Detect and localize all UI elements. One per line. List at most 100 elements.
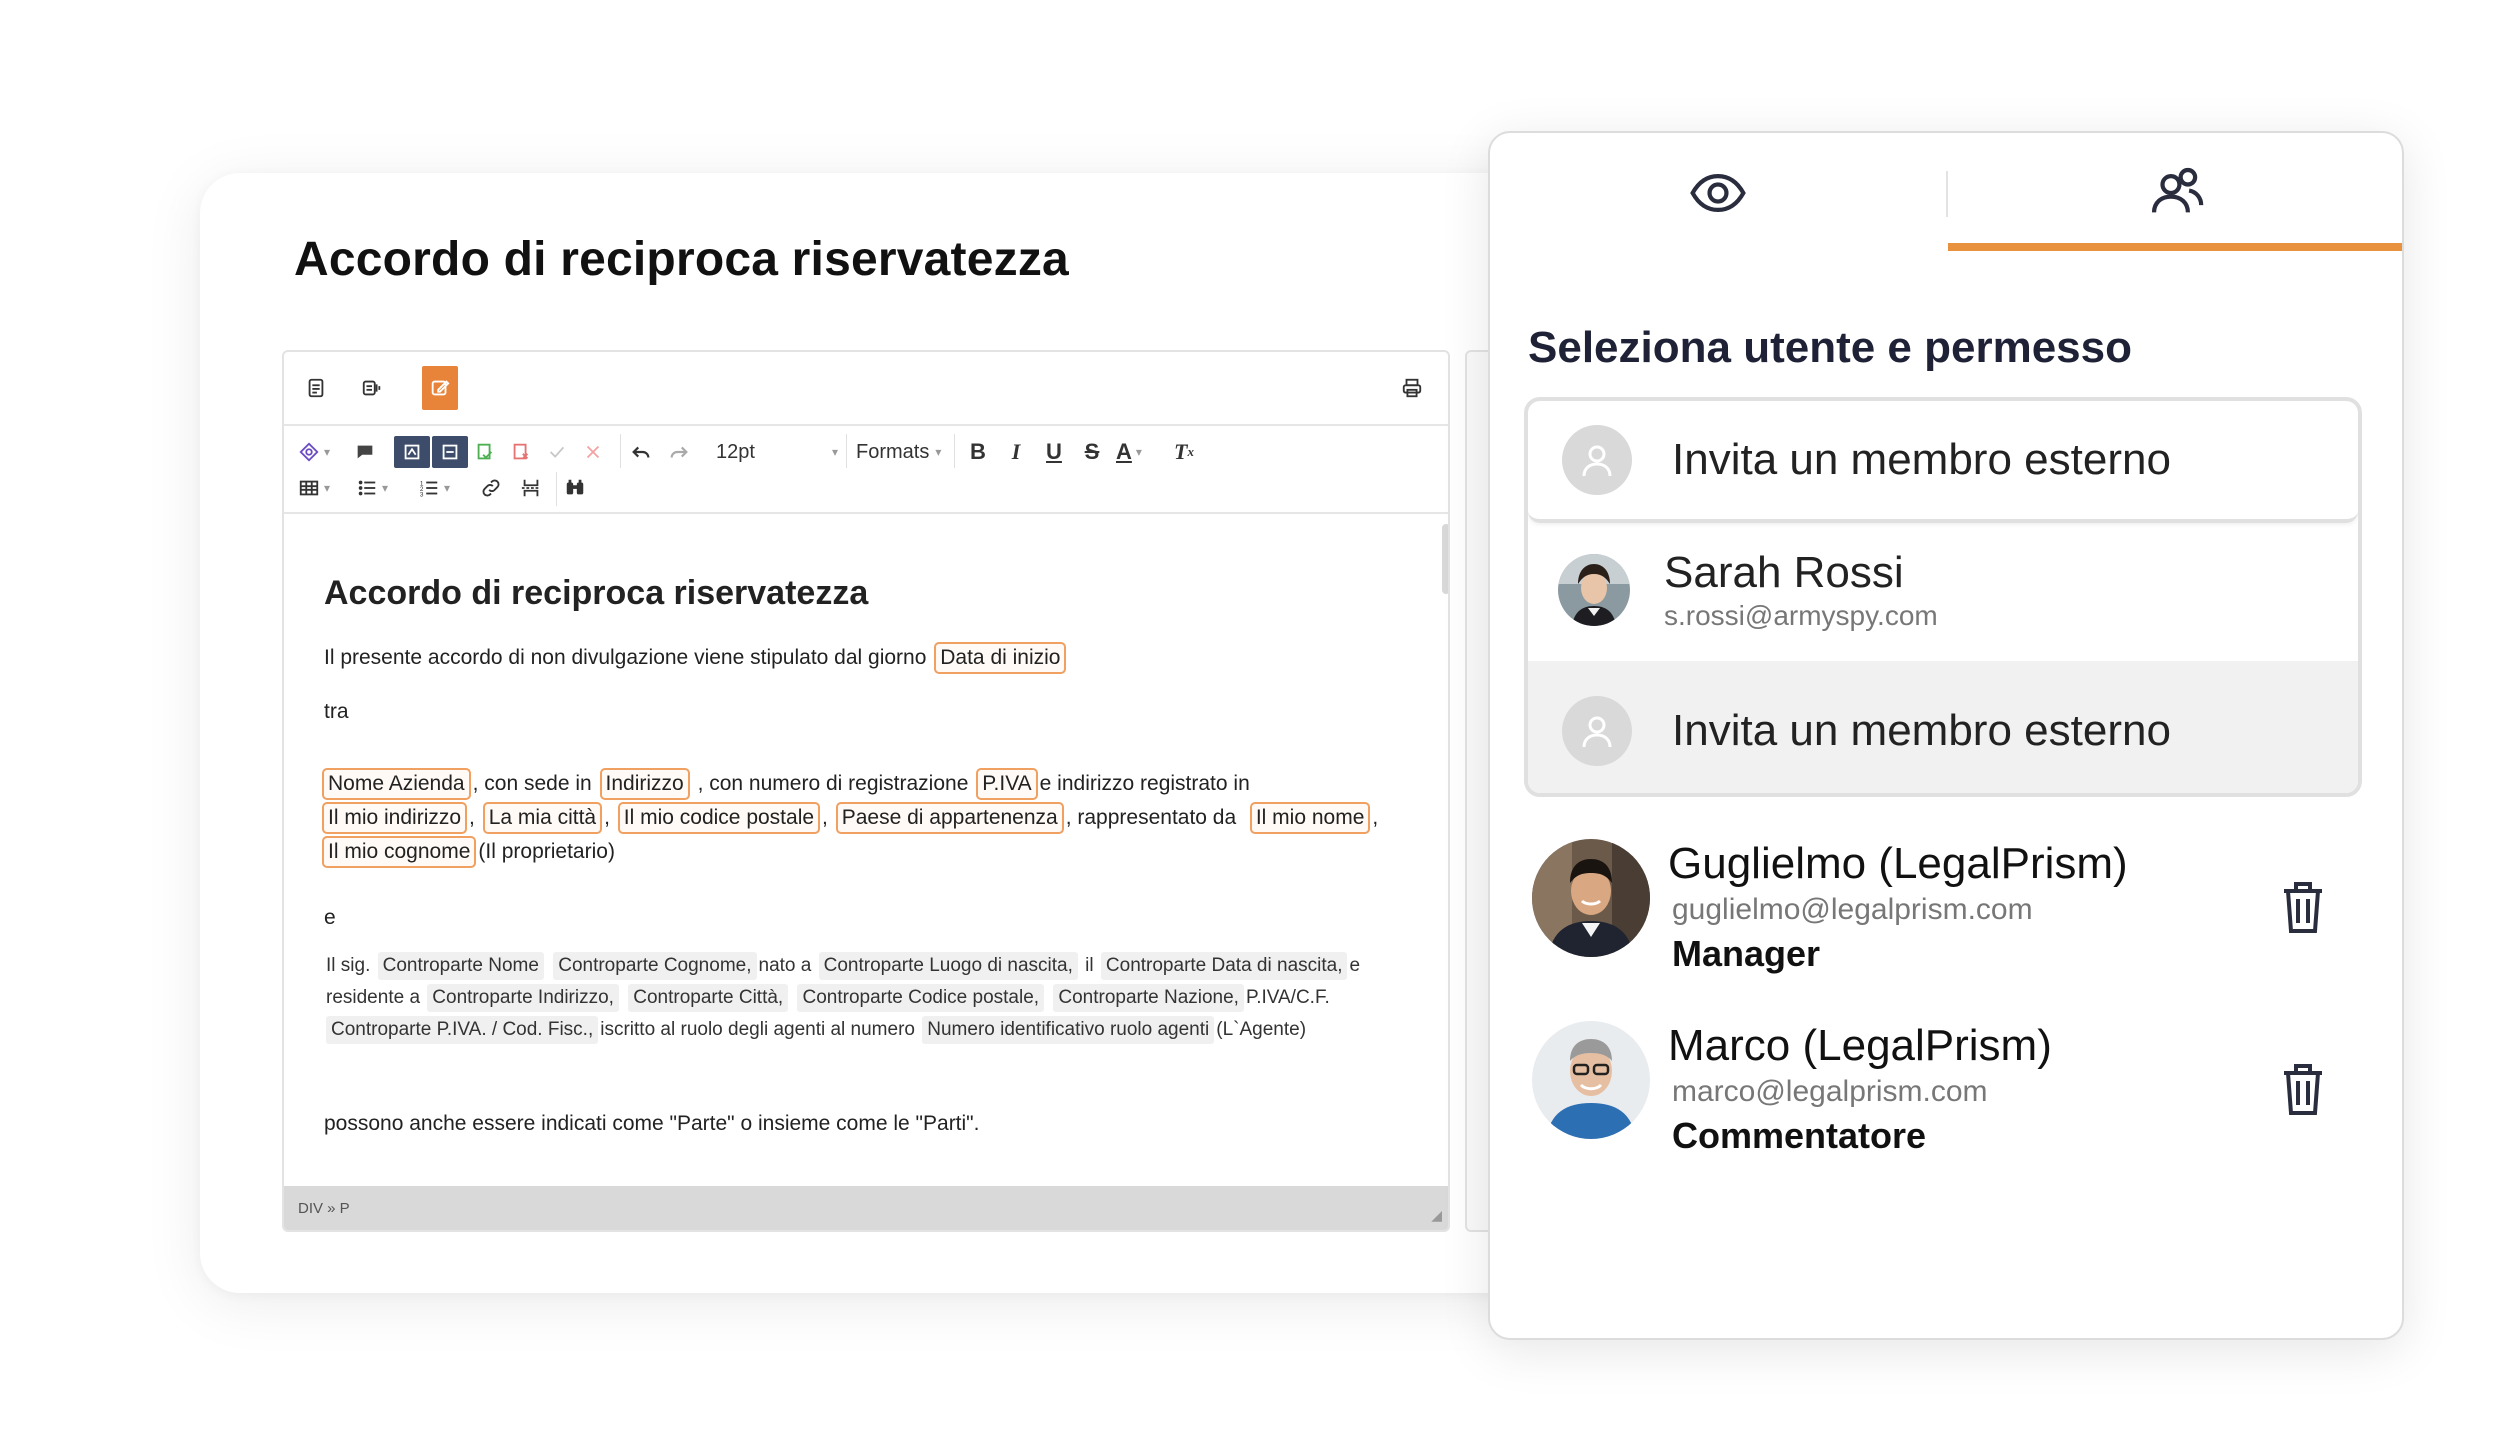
toolbar-separator	[954, 434, 955, 468]
accept-all-icon[interactable]	[474, 436, 496, 468]
party1-line-2: Il mio indirizzo, La mia città, Il mio c…	[322, 802, 1378, 834]
document-view-icon[interactable]	[298, 366, 334, 410]
member-row: Guglielmo (LegalPrism) guglielmo@legalpr…	[1490, 839, 2402, 979]
user-placeholder-icon	[1562, 696, 1632, 766]
eye-icon	[1690, 173, 1746, 213]
formatting-toolbar: ▾ 12pt ▾ Formats ▾ B I U S A ▾ T x ▾ ▾ 1…	[284, 426, 1448, 514]
party2-line-2: residente a Controparte Indirizzo, Contr…	[326, 984, 1330, 1012]
variable-tag[interactable]: P.IVA	[976, 768, 1038, 800]
invite-external-option[interactable]: Invita un membro esterno	[1528, 401, 2358, 523]
field-tag[interactable]: Controparte Città,	[628, 984, 789, 1012]
accept-change-icon[interactable]	[546, 436, 568, 468]
reject-change-icon[interactable]	[582, 436, 604, 468]
underline-icon[interactable]: U	[1040, 436, 1068, 468]
field-tag[interactable]: Controparte Nome	[377, 952, 544, 980]
avatar	[1532, 839, 1650, 957]
field-tag[interactable]: Controparte Codice postale,	[797, 984, 1045, 1012]
insert-variable-icon[interactable]: ▾	[298, 436, 330, 468]
clear-formatting-icon[interactable]: Tx	[1174, 436, 1194, 468]
users-icon	[2151, 167, 2204, 213]
link-icon[interactable]	[480, 472, 502, 504]
font-size-select[interactable]: 12pt ▾	[716, 436, 844, 468]
trash-icon[interactable]	[2280, 1061, 2326, 1117]
bold-icon[interactable]: B	[964, 436, 992, 468]
field-tag[interactable]: Controparte Luogo di nascita,	[818, 952, 1078, 980]
invite-external-option[interactable]: Invita un membro esterno	[1528, 661, 2358, 793]
panel-title: Seleziona utente e permesso	[1528, 323, 2132, 372]
member-role[interactable]: Manager	[1672, 933, 1820, 975]
user-option-sarah[interactable]: Sarah Rossi s.rossi@armyspy.com	[1528, 525, 2358, 655]
reject-all-icon[interactable]	[510, 436, 532, 468]
party2-line-1: Il sig. Controparte Nome Controparte Cog…	[326, 952, 1360, 980]
track-changes-icon[interactable]	[394, 436, 430, 468]
show-changes-icon[interactable]	[432, 436, 468, 468]
chevron-down-icon: ▾	[935, 445, 942, 459]
toolbar-separator	[846, 434, 847, 468]
variable-tag[interactable]: Il mio nome	[1249, 802, 1371, 834]
resize-handle-icon[interactable]: ◢	[1431, 1207, 1442, 1224]
comment-icon[interactable]	[354, 436, 376, 468]
closing-line: possono anche essere indicati come "Part…	[324, 1112, 980, 1135]
italic-icon[interactable]: I	[1002, 436, 1030, 468]
rich-text-editor: ▾ 12pt ▾ Formats ▾ B I U S A ▾ T x ▾ ▾ 1…	[282, 350, 1450, 1232]
page-break-icon[interactable]	[520, 472, 542, 504]
user-email: s.rossi@armyspy.com	[1664, 600, 1938, 631]
toolbar-separator	[556, 472, 557, 506]
strikethrough-icon[interactable]: S	[1078, 436, 1106, 468]
tab-preview[interactable]	[1490, 133, 1946, 253]
element-path-statusbar: DIV » P ◢	[284, 1186, 1448, 1230]
tab-users[interactable]	[1948, 133, 2402, 253]
undo-icon[interactable]	[630, 436, 652, 468]
user-name: Sarah Rossi	[1664, 548, 1904, 597]
print-icon[interactable]	[1394, 366, 1430, 410]
party1-line-3: Il mio cognome (Il proprietario)	[322, 836, 615, 868]
scrollbar[interactable]	[1442, 524, 1448, 594]
panel-tabs	[1490, 133, 2402, 253]
svg-text:3: 3	[420, 491, 424, 498]
variable-tag[interactable]: Indirizzo	[599, 768, 690, 800]
tra-line: tra	[324, 700, 349, 723]
member-name: Guglielmo (LegalPrism)	[1668, 839, 2128, 888]
chevron-down-icon: ▾	[831, 445, 838, 459]
variable-tag[interactable]: La mia città	[482, 802, 603, 834]
editor-mode-bar	[284, 352, 1448, 426]
trash-icon[interactable]	[2280, 879, 2326, 935]
table-icon[interactable]: ▾	[298, 472, 330, 504]
member-email: guglielmo@legalprism.com	[1672, 893, 2033, 926]
variable-tag[interactable]: Il mio codice postale	[617, 802, 821, 834]
variable-tag[interactable]: Il mio indirizzo	[322, 802, 468, 834]
avatar	[1558, 554, 1630, 626]
variable-tag[interactable]: Data di inizio	[934, 642, 1067, 674]
member-row: Marco (LegalPrism) marco@legalprism.com …	[1490, 1021, 2402, 1161]
numbered-list-icon[interactable]: 1 2 3 ▾	[418, 472, 450, 504]
field-tag[interactable]: Numero identificativo ruolo agenti	[922, 1016, 1215, 1044]
party1-line-1: Nome Azienda, con sede in Indirizzo , co…	[322, 768, 1250, 800]
member-role[interactable]: Commentatore	[1672, 1115, 1926, 1157]
variable-tag[interactable]: Il mio cognome	[322, 836, 477, 868]
user-select-dropdown[interactable]: Invita un membro esterno Sarah Rossi s.r…	[1524, 397, 2362, 797]
party2-line-3: Controparte P.IVA. / Cod. Fisc., iscritto…	[326, 1016, 1306, 1044]
field-tag[interactable]: Controparte P.IVA. / Cod. Fisc.,	[326, 1016, 599, 1044]
text-color-icon[interactable]: A ▾	[1116, 436, 1142, 468]
variable-tag[interactable]: Nome Azienda	[322, 768, 471, 800]
toolbar-separator	[620, 434, 621, 468]
formats-select[interactable]: Formats ▾	[856, 436, 956, 468]
field-tag[interactable]: Controparte Data di nascita,	[1100, 952, 1348, 980]
editor-content[interactable]: Accordo di reciproca riservatezza Il pre…	[284, 514, 1448, 1186]
bullet-list-icon[interactable]: ▾	[356, 472, 388, 504]
redo-icon[interactable]	[668, 436, 690, 468]
find-replace-icon[interactable]	[564, 472, 586, 504]
intro-line: Il presente accordo di non divulgazione …	[324, 642, 1068, 674]
document-heading: Accordo di reciproca riservatezza	[324, 574, 869, 612]
e-line: e	[324, 906, 336, 929]
active-tab-indicator	[1948, 243, 2402, 251]
field-tag[interactable]: Controparte Indirizzo,	[427, 984, 619, 1012]
user-placeholder-icon	[1562, 425, 1632, 495]
variable-tag[interactable]: Paese di appartenenza	[835, 802, 1064, 834]
field-tag[interactable]: Controparte Nazione,	[1053, 984, 1244, 1012]
variables-view-icon[interactable]	[354, 366, 390, 410]
sharing-panel: Seleziona utente e permesso Invita un me…	[1488, 131, 2404, 1340]
edit-mode-icon[interactable]	[422, 366, 458, 410]
avatar	[1532, 1021, 1650, 1139]
field-tag[interactable]: Controparte Cognome,	[553, 952, 757, 980]
